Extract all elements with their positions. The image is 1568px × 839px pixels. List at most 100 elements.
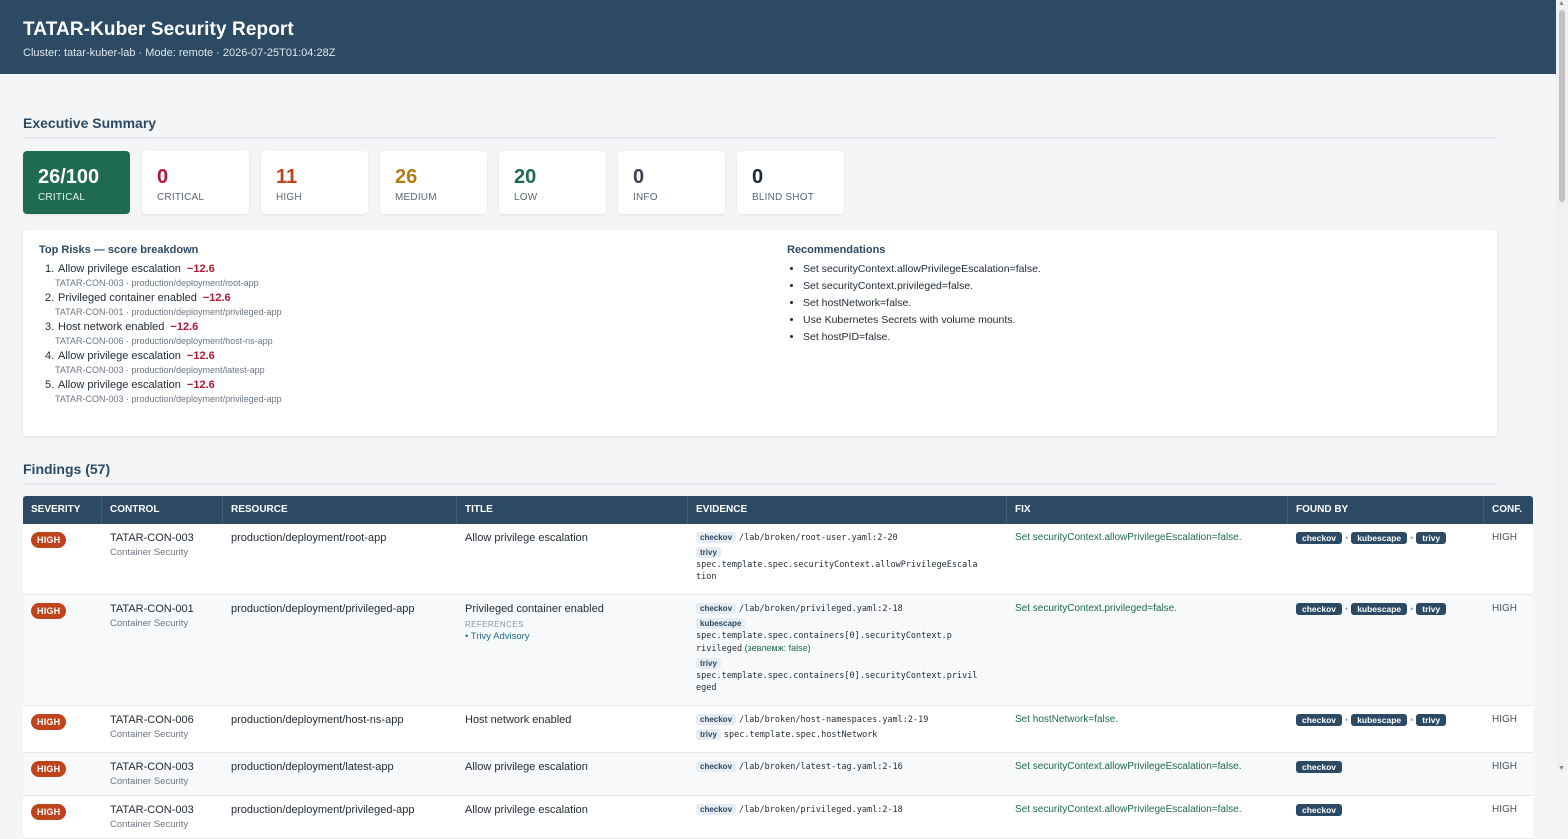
count-label: BLIND SHOT <box>752 192 815 203</box>
title-cell: Host network enabled <box>457 706 688 752</box>
resource-cell: production/deployment/root-app <box>231 532 387 544</box>
table-row[interactable]: HIGH TATAR-CON-003 Container Security produ… <box>23 524 1533 595</box>
control-id: TATAR-CON-003 <box>110 804 194 816</box>
table-row[interactable]: HIGH TATAR-CON-003 Container Security produ… <box>23 753 1533 796</box>
separator-dot: • <box>1410 715 1414 725</box>
evidence-text: spec.template.spec.containers[0].securit… <box>696 631 952 654</box>
risk-line: 2. Privileged container enabled −12.6 <box>39 292 787 304</box>
control-cell: TATAR-CON-003 Container Security <box>102 524 223 594</box>
page-scrollbar[interactable]: ▲ ▼ <box>1556 0 1568 772</box>
count-label: MEDIUM <box>395 192 437 203</box>
control-id: TATAR-CON-003 <box>110 761 194 773</box>
fix-cell: Set securityContext.allowPrivilegeEscala… <box>1015 532 1242 543</box>
title-cell: Allow privilege escalation <box>457 524 688 594</box>
risk-line: 4. Allow privilege escalation −12.6 <box>39 350 787 362</box>
report-title: TATAR-Kuber Security Report <box>23 19 294 40</box>
risk-rank: 5. <box>45 379 55 391</box>
control-id: TATAR-CON-006 <box>110 714 194 726</box>
evidence-line: checkov/lab/broken/privileged.yaml:2-18 <box>696 603 999 615</box>
references-label: REFERENCES <box>465 620 524 629</box>
evidence-tool-tag: kubescape <box>696 618 746 629</box>
table-row[interactable]: HIGH TATAR-CON-003 Container Security produ… <box>23 796 1533 839</box>
evidence-text: /lab/broken/privileged.yaml:2-18 <box>739 604 903 614</box>
risk-name: Allow privilege escalation <box>58 379 181 391</box>
risk-meta: TATAR-CON-006 · production/deployment/ho… <box>55 336 273 346</box>
column-header[interactable]: EVIDENCE <box>688 496 1007 524</box>
resource-cell: production/deployment/privileged-app <box>231 804 415 816</box>
confidence-cell: HIGH <box>1492 603 1517 614</box>
finding-title: Host network enabled <box>465 714 572 726</box>
scroll-up-arrow-icon[interactable]: ▲ <box>1558 0 1565 7</box>
column-header[interactable]: FIX <box>1007 496 1288 524</box>
column-header[interactable]: SEVERITY <box>23 496 102 524</box>
evidence-line: checkov/lab/broken/latest-tag.yaml:2-16 <box>696 761 999 773</box>
risk-list: 1. Allow privilege escalation −12.6 TATAR-C… <box>39 263 787 404</box>
medium-count-card: 26 MEDIUM <box>380 151 487 214</box>
control-id: TATAR-CON-001 <box>110 603 194 615</box>
count-value: 11 <box>276 166 298 188</box>
found-by-badge: trivy <box>1416 714 1447 726</box>
column-header[interactable]: CONTROL <box>102 496 223 524</box>
risk-delta: −12.6 <box>202 292 231 304</box>
separator-dot: • <box>1345 533 1349 543</box>
table-row[interactable]: HIGH TATAR-CON-006 Container Security produ… <box>23 706 1533 753</box>
table-header: SEVERITY CONTROL RESOURCE TITLE EVIDENCE FIX F… <box>23 496 1533 524</box>
count-label: CRITICAL <box>157 192 205 203</box>
executive-summary-title: Executive Summary <box>23 115 1497 139</box>
evidence-line: checkov/lab/broken/host-namespaces.yaml:… <box>696 714 999 726</box>
score-value: 26/100 <box>38 166 100 188</box>
fix-cell: Set securityContext.allowPrivilegeEscala… <box>1015 804 1242 815</box>
report-header: TATAR-Kuber Security Report Cluster: tat… <box>0 0 1568 74</box>
evidence-note: (зевлемж: false) <box>742 643 811 653</box>
found-by-badge: checkov <box>1296 804 1343 816</box>
table-row[interactable]: HIGH TATAR-CON-001 Container Security produ… <box>23 595 1533 706</box>
column-header[interactable]: FOUND BY <box>1288 496 1484 524</box>
evidence-text: /lab/broken/root-user.yaml:2-20 <box>739 533 898 543</box>
found-by-cell: checkov • kubescape • trivy <box>1288 524 1484 594</box>
control-cell: TATAR-CON-003 Container Security <box>102 753 223 795</box>
confidence-cell: HIGH <box>1492 532 1517 543</box>
finding-title: Allow privilege escalation <box>465 804 588 816</box>
evidence-line: trivy spec.template.spec.hostNetwork <box>696 729 999 741</box>
risk-line: 3. Host network enabled −12.6 <box>39 321 787 333</box>
table-body: HIGH TATAR-CON-003 Container Security produ… <box>23 524 1533 839</box>
scroll-down-arrow-icon[interactable]: ▼ <box>1558 765 1565 772</box>
fix-cell: Set hostNetwork=false. <box>1015 714 1119 725</box>
evidence-tool-tag: checkov <box>696 804 737 815</box>
scrollbar-thumb[interactable] <box>1559 10 1565 202</box>
risk-line: 5. Allow privilege escalation −12.6 <box>39 379 787 391</box>
recommendation-item: Set hostNetwork=false. <box>803 297 1481 309</box>
count-value: 0 <box>752 166 764 188</box>
risk-meta: TATAR-CON-001 · production/deployment/pr… <box>55 307 282 317</box>
count-value: 26 <box>395 166 418 188</box>
risk-line: 1. Allow privilege escalation −12.6 <box>39 263 787 275</box>
count-value: 20 <box>514 166 537 188</box>
risk-meta: TATAR-CON-003 · production/deployment/ro… <box>55 278 259 288</box>
column-header[interactable]: CONF. <box>1484 496 1533 524</box>
found-by-cell: checkov • kubescape • trivy <box>1288 595 1484 705</box>
risk-rank: 1. <box>45 263 55 275</box>
resource-cell: production/deployment/host-ns-app <box>231 714 404 726</box>
severity-cell: HIGH <box>23 706 102 752</box>
found-by-badge: kubescape <box>1351 714 1408 726</box>
evidence-tool-tag: checkov <box>696 714 737 725</box>
severity-badge: HIGH <box>31 532 67 548</box>
evidence-line: kubescape spec.template.spec.containers[0… <box>696 618 999 655</box>
severity-badge: HIGH <box>31 761 67 777</box>
count-value: 0 <box>157 166 169 188</box>
reference-link[interactable]: • Trivy Advisory <box>465 631 680 642</box>
evidence-text: /lab/broken/host-namespaces.yaml:2-19 <box>739 715 929 725</box>
high-count-card: 11 HIGH <box>261 151 368 214</box>
count-label: HIGH <box>276 192 302 203</box>
evidence-tool-tag: checkov <box>696 761 737 772</box>
evidence-text: /lab/broken/privileged.yaml:2-18 <box>739 805 903 815</box>
found-by-badge: trivy <box>1416 532 1447 544</box>
evidence-tool-tag: trivy <box>696 547 721 558</box>
column-header[interactable]: TITLE <box>457 496 688 524</box>
evidence-line: trivy spec.template.spec.securityContext.… <box>696 547 999 583</box>
column-header[interactable]: RESOURCE <box>223 496 457 524</box>
fix-cell: Set securityContext.privileged=false. <box>1015 603 1178 614</box>
blind-shot-count-card: 0 BLIND SHOT <box>737 151 844 214</box>
evidence-tool-tag: checkov <box>696 532 737 543</box>
risk-item: 3. Host network enabled −12.6 TATAR-CON-006… <box>39 321 787 346</box>
